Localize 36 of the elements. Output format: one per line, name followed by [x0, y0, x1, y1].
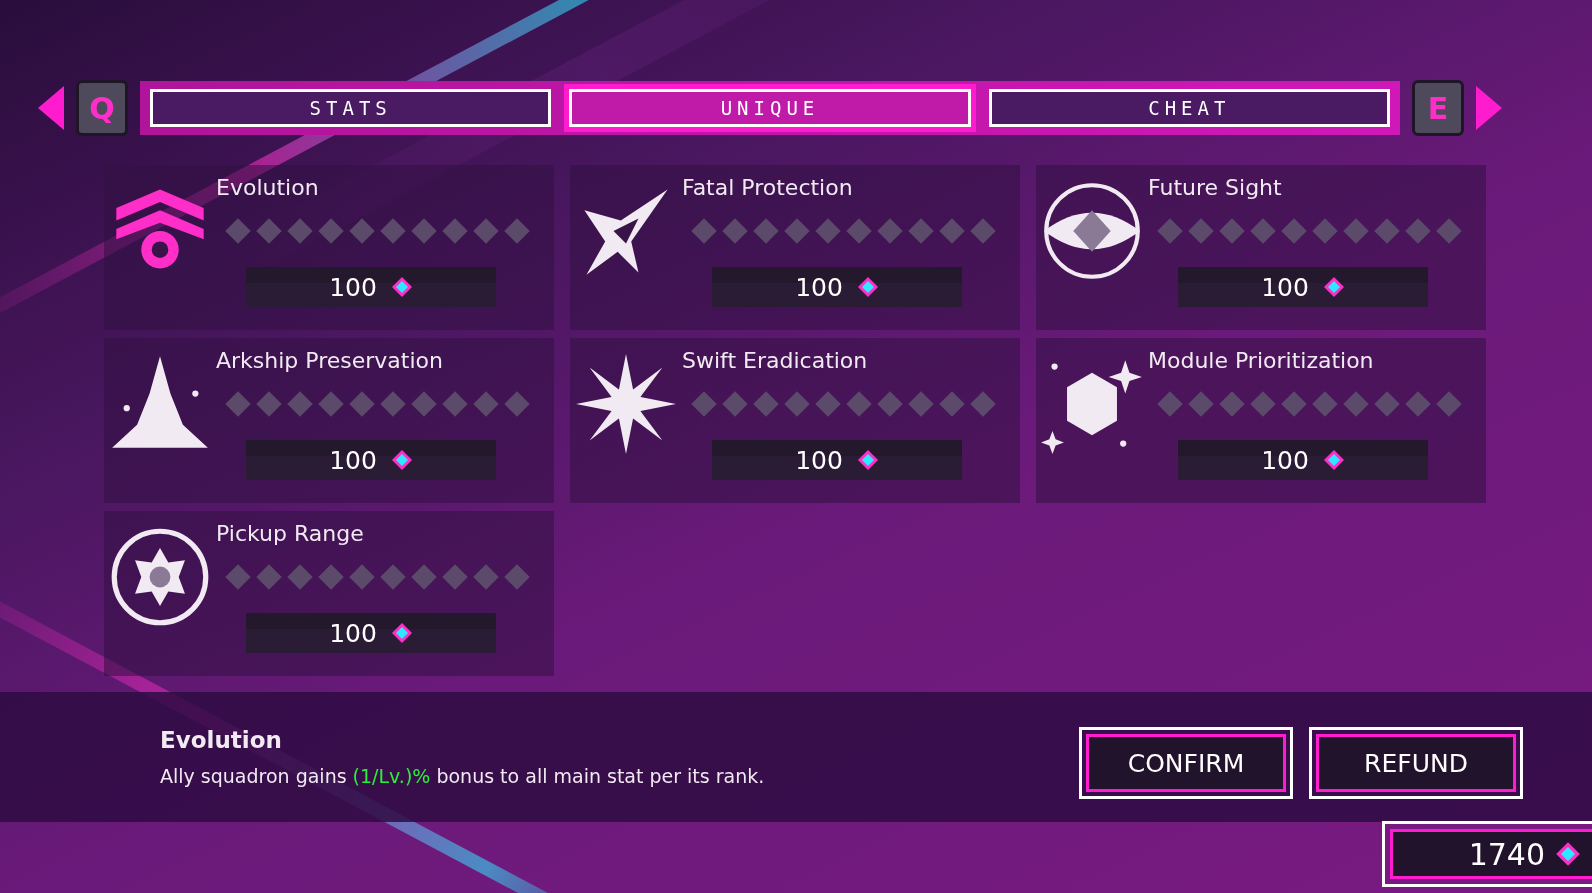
cost-value: 100: [329, 445, 377, 475]
diamond-icon: [1322, 449, 1345, 471]
skill-name: Arkship Preservation: [216, 348, 443, 375]
diamond-icon: [390, 622, 413, 644]
skill-card[interactable]: Fatal Protection 100: [570, 165, 1020, 330]
diamond-icon: [856, 276, 879, 298]
skill-name: Swift Eradication: [682, 348, 868, 375]
skill-card[interactable]: Arkship Preservation 100: [104, 338, 554, 503]
skill-name: Fatal Protection: [682, 175, 853, 202]
skill-card[interactable]: Pickup Range 100: [104, 511, 554, 676]
detail-description: Ally squadron gains (1/Lv.)% bonus to all main stat per its rank.: [160, 765, 765, 787]
skill-card[interactable]: Evolution 100: [104, 165, 554, 330]
skill-name: Evolution: [216, 175, 319, 202]
detail-title: Evolution: [160, 727, 283, 753]
cost-value: 100: [1261, 272, 1309, 302]
skill-card[interactable]: Swift Eradication 100: [570, 338, 1020, 503]
skill-card[interactable]: Future Sight 100: [1036, 165, 1486, 330]
diamond-icon: [1555, 841, 1581, 867]
diamond-icon: [856, 449, 879, 471]
tab[interactable]: STATS: [150, 89, 552, 127]
diamond-icon: [390, 276, 413, 298]
cost-value: 100: [795, 445, 843, 475]
diamond-icon: [390, 449, 413, 471]
cost-value: 100: [795, 272, 843, 302]
cost-value: 100: [1261, 445, 1309, 475]
cost-value: 100: [329, 618, 377, 648]
diamond-icon: [1322, 276, 1345, 298]
skill-card[interactable]: Module Prioritization 100: [1036, 338, 1486, 503]
cost-value: 100: [329, 272, 377, 302]
left-arrow-icon[interactable]: [38, 86, 64, 130]
skill-name: Pickup Range: [216, 521, 364, 548]
skill-name: Future Sight: [1148, 175, 1282, 202]
skill-name: Module Prioritization: [1148, 348, 1374, 375]
currency-amount: 1740: [1468, 836, 1545, 872]
right-arrow-icon[interactable]: [1476, 86, 1502, 130]
tab[interactable]: CHEAT: [988, 89, 1390, 127]
